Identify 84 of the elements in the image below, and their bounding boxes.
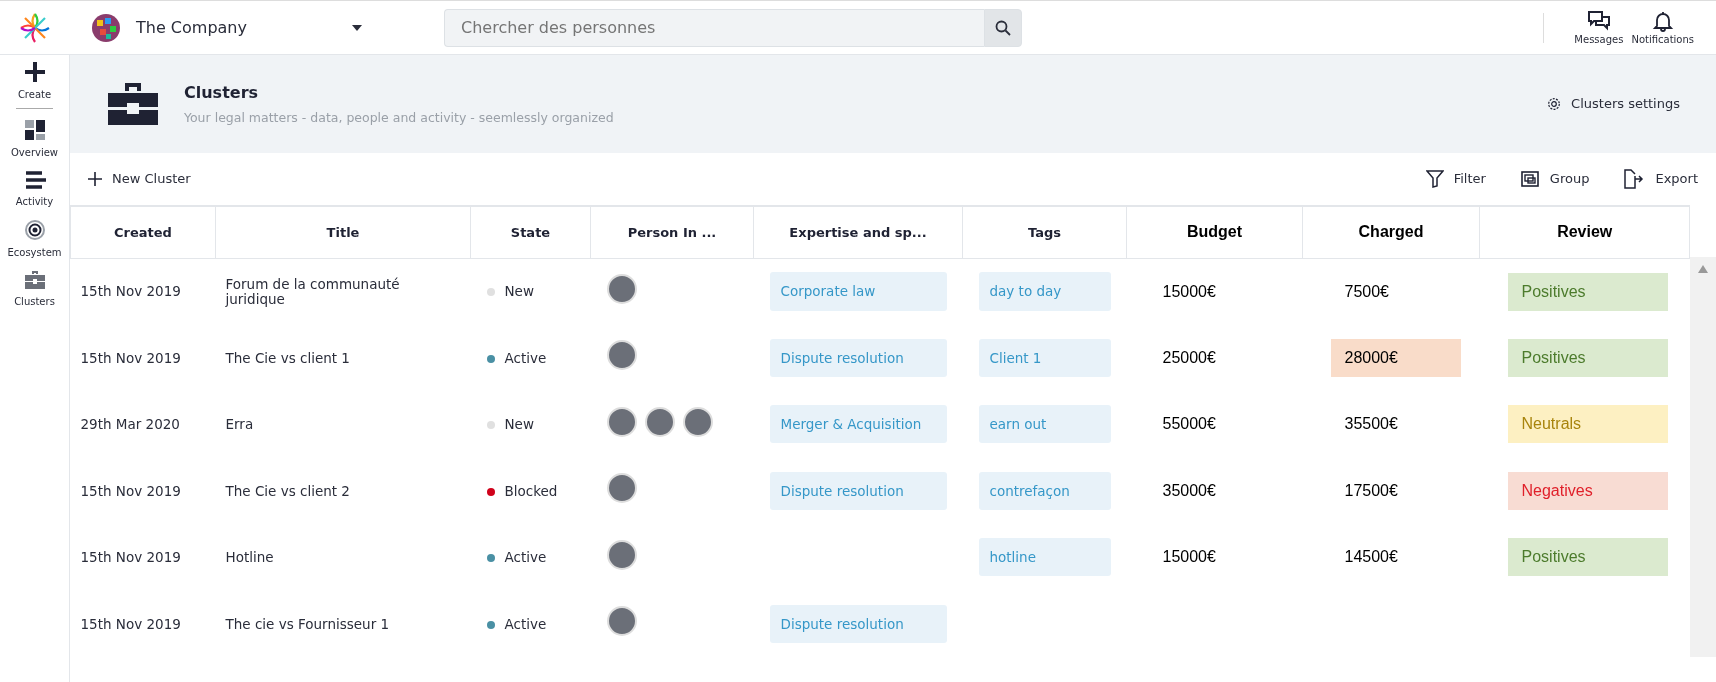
- search-field[interactable]: Chercher des personnes: [444, 8, 984, 47]
- column-header[interactable]: Charged: [1302, 206, 1480, 258]
- status-text: Active: [504, 349, 547, 366]
- review-label: Positives: [1507, 338, 1668, 377]
- company-name[interactable]: The Company: [136, 15, 247, 40]
- title-text: Forum de la communauté juridique: [225, 277, 401, 306]
- sidebar-item[interactable]: Overview: [0, 113, 69, 164]
- toolbar-button[interactable]: Filter: [1425, 169, 1486, 189]
- page-subtitle: Your legal matters - data, people and activity - seemlessly organized: [184, 108, 614, 127]
- search-button[interactable]: [984, 8, 1022, 47]
- avatar-placeholder[interactable]: [606, 606, 637, 637]
- status-text: Active: [504, 549, 547, 566]
- column-header[interactable]: Person In ...: [590, 206, 754, 258]
- column-header[interactable]: Tags: [962, 206, 1127, 258]
- budget-text: 55000€: [1162, 415, 1216, 433]
- sidebar-item[interactable]: Create: [0, 55, 69, 106]
- file-arrow-icon: [1623, 169, 1646, 189]
- column-header[interactable]: Created: [70, 206, 216, 258]
- plus-icon: [23, 61, 46, 83]
- status-text: New: [504, 283, 534, 300]
- date-text: 15th Nov 2019: [80, 549, 181, 566]
- avatar-placeholder[interactable]: [682, 406, 713, 437]
- title-text: Hotline: [225, 550, 275, 565]
- avatar-placeholder[interactable]: [606, 539, 637, 570]
- plus-icon: [88, 172, 102, 186]
- logo-icon[interactable]: [19, 11, 51, 44]
- bell-icon: [1651, 10, 1674, 32]
- column-header[interactable]: Review: [1479, 206, 1690, 258]
- budget-text: 15000€: [1162, 282, 1216, 300]
- charged-amount: 28000€: [1330, 338, 1461, 377]
- column-header[interactable]: Budget: [1126, 206, 1303, 258]
- budget-text: 15000€: [1162, 548, 1216, 566]
- chat-bubbles-icon: [1586, 10, 1611, 32]
- charged-amount: 17500€: [1343, 480, 1399, 501]
- date-text: 15th Nov 2019: [80, 349, 181, 366]
- column-header[interactable]: Expertise and sp...: [753, 206, 963, 258]
- date-text: 15th Nov 2019: [80, 283, 181, 300]
- review-label: Neutrals: [1507, 405, 1668, 444]
- avatar-placeholder[interactable]: [644, 406, 675, 437]
- top-action-button[interactable]: Notifications: [1631, 4, 1694, 51]
- review-label: Positives: [1507, 272, 1668, 311]
- date-text: 15th Nov 2019: [80, 482, 181, 499]
- tiles-icon: [23, 119, 46, 141]
- list-lines-icon: [23, 170, 46, 190]
- budget-text: 25000€: [1162, 348, 1216, 366]
- avatar-placeholder[interactable]: [606, 273, 637, 304]
- company-logo-icon: [92, 13, 120, 42]
- avatar-placeholder[interactable]: [606, 473, 637, 504]
- toolbar-button[interactable]: Export: [1623, 169, 1698, 189]
- sidebar-item[interactable]: Clusters: [0, 264, 69, 313]
- budget-text: 35000€: [1162, 481, 1216, 499]
- title-text: The Cie vs client 1: [225, 350, 351, 365]
- avatar-placeholder[interactable]: [606, 406, 637, 437]
- top-action-button[interactable]: Messages: [1574, 4, 1624, 51]
- sidebar-item[interactable]: Activity: [0, 164, 69, 213]
- new-cluster-button[interactable]: New Cluster: [88, 169, 191, 189]
- funnel-icon: [1425, 170, 1444, 188]
- page-title: Clusters: [184, 81, 260, 104]
- review-label: Negatives: [1507, 471, 1668, 510]
- frame-icon: [1519, 170, 1540, 188]
- review-label: Positives: [1507, 538, 1668, 577]
- orbit-icon: [23, 219, 46, 241]
- search-icon: [995, 20, 1011, 37]
- status-text: Active: [504, 615, 547, 632]
- charged-amount: 14500€: [1343, 547, 1399, 568]
- settings-button[interactable]: Clusters settings: [1547, 94, 1680, 114]
- toolbar-button[interactable]: Group: [1519, 169, 1590, 189]
- charged-amount: 35500€: [1343, 414, 1399, 435]
- briefcase-icon: [23, 270, 46, 290]
- column-header[interactable]: Title: [215, 206, 471, 258]
- gear-icon: [1547, 97, 1562, 111]
- briefcase-icon: [106, 81, 160, 127]
- status-text: Blocked: [504, 482, 558, 499]
- avatar-placeholder[interactable]: [606, 340, 637, 371]
- charged-amount: 7500€: [1343, 281, 1390, 302]
- title-text: The Cie vs client 2: [225, 483, 351, 498]
- title-text: Erra: [225, 417, 255, 432]
- column-header[interactable]: State: [470, 206, 591, 258]
- title-text: The cie vs Fournisseur 1: [225, 616, 391, 631]
- caret-icon[interactable]: [352, 24, 362, 31]
- date-text: 15th Nov 2019: [80, 615, 181, 632]
- date-text: 29th Mar 2020: [80, 416, 180, 433]
- status-text: New: [504, 416, 534, 433]
- sidebar-item[interactable]: Ecosystem: [0, 213, 69, 264]
